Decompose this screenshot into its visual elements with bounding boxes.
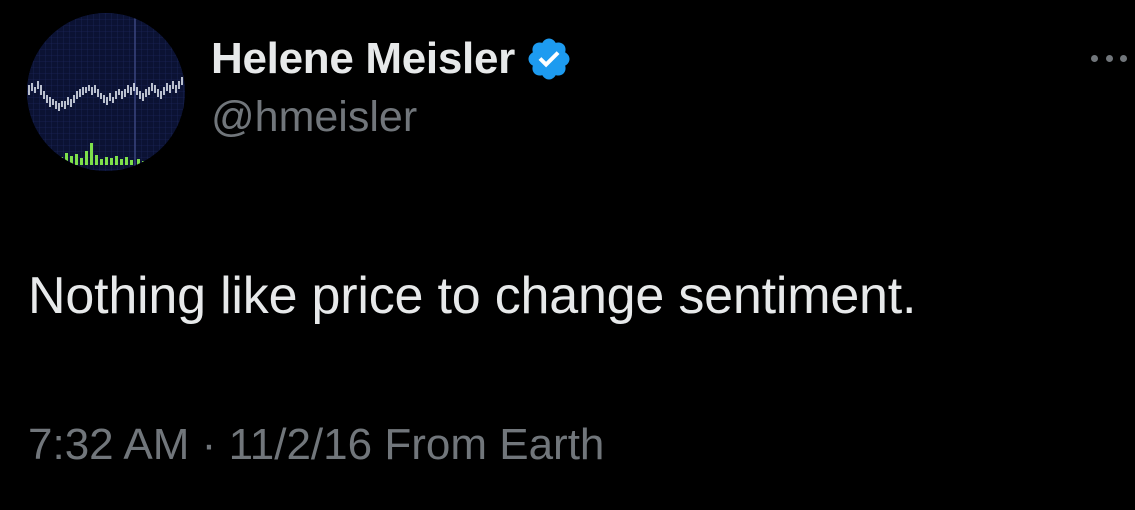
tweet-card[interactable]: Helene Meisler @hmeisler Nothing like pr… <box>0 0 1135 510</box>
avatar[interactable] <box>27 13 185 171</box>
name-row: Helene Meisler <box>211 31 573 87</box>
verified-badge-icon[interactable] <box>525 35 573 83</box>
tweet-time[interactable]: 7:32 AM <box>28 420 189 469</box>
tweet-header: Helene Meisler @hmeisler <box>211 31 573 142</box>
more-options-icon[interactable] <box>1091 50 1127 66</box>
tweet-source: From Earth <box>384 420 605 469</box>
tweet-text: Nothing like price to change sentiment. <box>28 267 917 325</box>
tweet-meta: 7:32 AM · 11/2/16 From Earth <box>28 420 604 470</box>
meta-separator: · <box>201 420 217 469</box>
more-dot <box>1091 54 1098 62</box>
display-name[interactable]: Helene Meisler <box>211 34 515 84</box>
tweet-date[interactable]: 11/2/16 <box>229 420 373 469</box>
user-handle[interactable]: @hmeisler <box>211 93 573 142</box>
more-dot <box>1120 54 1127 62</box>
more-dot <box>1105 54 1113 62</box>
stock-chart-avatar-icon <box>27 13 185 171</box>
